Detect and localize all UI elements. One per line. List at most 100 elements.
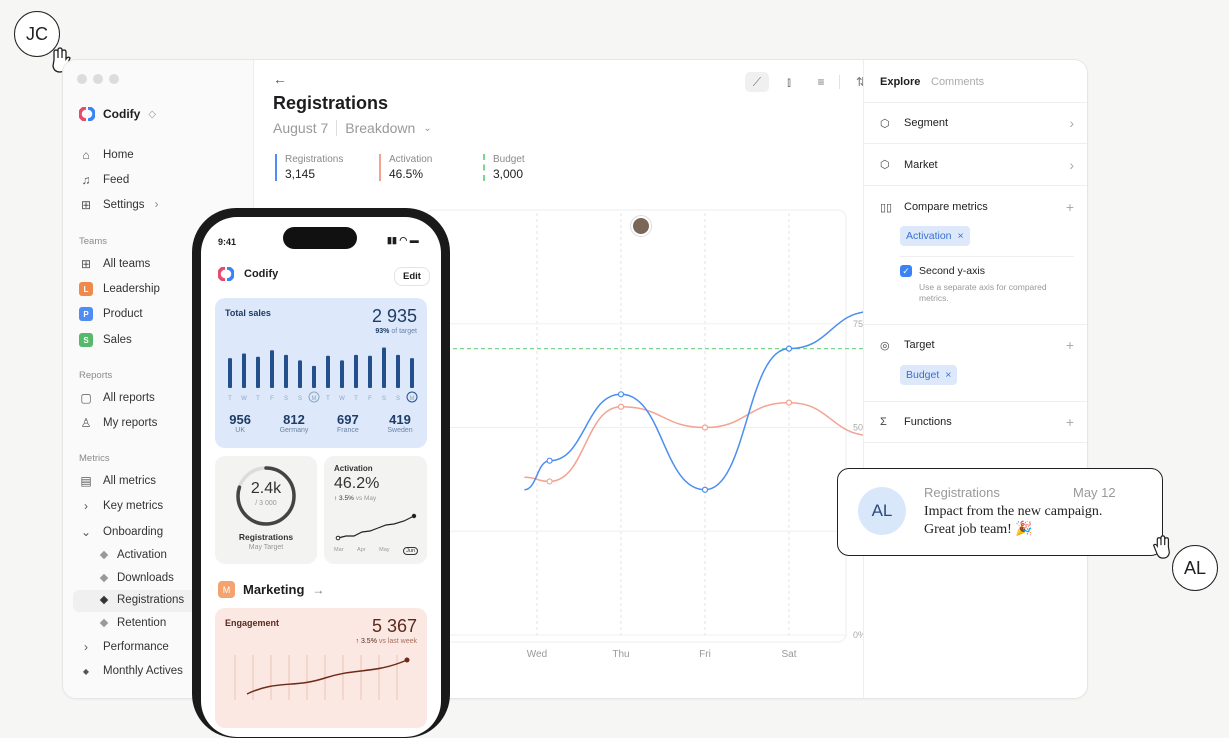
engagement-label: Engagement xyxy=(225,618,280,628)
sidebar-item-all-reports[interactable]: ▢ All reports xyxy=(79,391,154,405)
country-value: 419 xyxy=(389,412,411,427)
workspace-switcher[interactable]: Codify ◇ xyxy=(79,107,156,121)
sidebar-item-sales[interactable]: S Sales xyxy=(79,333,132,347)
sidebar-item-label: Settings xyxy=(103,199,145,211)
sidebar-item-feed[interactable]: ♫ Feed xyxy=(79,173,130,187)
sidebar-item-performance[interactable]: › Performance xyxy=(79,640,169,654)
sidebar-item-downloads[interactable]: Downloads xyxy=(99,572,174,584)
second-axis-help: Use a separate axis for compared metrics… xyxy=(919,282,1047,303)
metric-budget[interactable]: Budget 3,000 xyxy=(483,154,525,181)
window-maximize-button[interactable] xyxy=(109,74,119,84)
change-value: ↑ 3.5% xyxy=(334,495,354,502)
sidebar-item-label: Activation xyxy=(117,549,167,561)
window-close-button[interactable] xyxy=(77,74,87,84)
report-icon: ▢ xyxy=(80,391,92,405)
day-label: M xyxy=(410,396,415,402)
data-point[interactable] xyxy=(701,486,709,493)
row-segment[interactable]: ⬡ Segment › xyxy=(864,102,1087,144)
codify-logo-icon xyxy=(218,267,234,281)
country-label: Germany xyxy=(279,427,309,434)
sales-bar xyxy=(256,356,260,388)
x-tick-label: Thu xyxy=(612,649,629,660)
sidebar-item-product[interactable]: P Product xyxy=(79,307,143,321)
chevron-right-icon: › xyxy=(154,199,159,211)
data-point[interactable] xyxy=(785,345,793,352)
registrations-gauge-card[interactable]: 2.4k / 3 000 Registrations May Target xyxy=(215,456,317,564)
home-icon: ⌂ xyxy=(82,148,90,162)
series-line-activation xyxy=(524,401,863,483)
sidebar-item-settings[interactable]: ⊞ Settings › xyxy=(79,198,158,212)
row-compare-metrics[interactable]: ▯▯ Compare metrics + xyxy=(864,186,1087,228)
arrow-right-icon: → xyxy=(312,582,325,597)
close-icon[interactable]: × xyxy=(945,369,951,381)
row-market[interactable]: ⬡ Market › xyxy=(864,144,1087,186)
list-chart-icon[interactable]: ≡ xyxy=(809,72,833,92)
country-stat: 419 Sweden xyxy=(387,412,412,434)
metric-registrations[interactable]: Registrations 3,145 xyxy=(275,154,343,181)
chip-budget[interactable]: Budget × xyxy=(900,365,958,385)
chevron-down-icon: ⌄ xyxy=(423,122,432,134)
sidebar-item-label: Monthly Actives xyxy=(103,665,183,677)
sidebar-item-all-teams[interactable]: ⊞ All teams xyxy=(79,257,150,271)
chevron-right-icon: › xyxy=(1069,115,1074,131)
sidebar-item-label: Registrations xyxy=(117,594,185,606)
sidebar-item-registrations[interactable]: Registrations xyxy=(99,594,185,606)
activation-card[interactable]: Activation 46.2% ↑ 3.5% vs May Mar Apr M… xyxy=(324,456,427,564)
second-axis-checkbox[interactable]: ✓ xyxy=(900,265,912,277)
sales-bar xyxy=(270,350,274,388)
target-suffix: of target xyxy=(391,328,417,335)
change-suffix: vs May xyxy=(355,495,377,502)
sidebar-item-retention[interactable]: Retention xyxy=(99,617,167,629)
sidebar-item-my-reports[interactable]: ♙ My reports xyxy=(79,416,158,430)
window-minimize-button[interactable] xyxy=(93,74,103,84)
month-label: May xyxy=(379,547,390,553)
total-sales-card[interactable]: Total sales 2 935 93% of target T W T F S S M T… xyxy=(215,298,427,448)
sidebar-item-monthly-actives[interactable]: ◆ Monthly Actives xyxy=(79,664,183,678)
chart-reviewer-avatar xyxy=(631,216,651,236)
close-icon[interactable]: × xyxy=(958,230,964,242)
data-point[interactable] xyxy=(546,478,553,485)
sidebar-item-activation[interactable]: Activation xyxy=(99,549,167,561)
comment-avatar: AL xyxy=(858,487,906,535)
sidebar-item-label: Retention xyxy=(117,617,167,629)
sidebar-item-onboarding[interactable]: ⌄ Onboarding xyxy=(79,525,163,539)
data-point[interactable] xyxy=(617,391,625,398)
row-functions[interactable]: Σ Functions + xyxy=(864,401,1087,443)
day-label: W xyxy=(241,396,247,402)
jc-initials: JC xyxy=(26,23,48,44)
day-label: W xyxy=(339,396,345,402)
data-point[interactable] xyxy=(546,457,553,464)
metric-activation[interactable]: Activation 46.5% xyxy=(379,154,432,181)
bar-chart-icon[interactable]: ⫾ xyxy=(777,72,801,92)
engagement-card[interactable]: Engagement 5 367 ↑ 3.5% vs last week xyxy=(215,608,427,728)
sidebar-item-all-metrics[interactable]: ▤ All metrics xyxy=(79,474,156,488)
explore-panel: Explore Comments ⬡ Segment › ⬡ Market › ▯▯ Co… xyxy=(863,60,1087,698)
add-icon: + xyxy=(1065,199,1074,215)
toolbar-divider xyxy=(839,75,840,89)
sidebar-item-leadership[interactable]: L Leadership xyxy=(79,282,160,296)
phone-app-name: Codify xyxy=(244,268,279,280)
engagement-value: 5 367 xyxy=(371,616,417,636)
edit-button[interactable]: Edit xyxy=(394,267,430,286)
data-point[interactable] xyxy=(785,399,793,406)
comment-bubble[interactable]: AL Registrations May 12 Impact from the … xyxy=(837,468,1163,556)
data-point[interactable] xyxy=(701,424,709,431)
line-chart-icon[interactable]: ⟋ xyxy=(745,72,769,92)
row-target[interactable]: ◎ Target + xyxy=(864,324,1087,366)
chip-activation[interactable]: Activation × xyxy=(900,226,970,246)
data-point[interactable] xyxy=(617,403,625,410)
row-label: Target xyxy=(904,339,935,351)
bell-icon: ♫ xyxy=(81,173,91,187)
tab-comments[interactable]: Comments xyxy=(931,76,984,88)
x-tick-label: Wed xyxy=(527,649,547,660)
date-label[interactable]: August 7 xyxy=(273,120,328,136)
team-badge: P xyxy=(79,307,93,321)
back-button[interactable]: ← xyxy=(273,71,287,87)
country-stat: 697 France xyxy=(337,412,359,434)
al-initials: AL xyxy=(1183,557,1207,578)
tab-explore[interactable]: Explore xyxy=(880,76,920,88)
breakdown-dropdown[interactable]: Breakdown xyxy=(345,120,415,136)
marketing-section[interactable]: M Marketing → xyxy=(218,581,324,598)
sidebar-item-key-metrics[interactable]: › Key metrics xyxy=(79,499,163,513)
sidebar-item-home[interactable]: ⌂ Home xyxy=(79,148,133,162)
